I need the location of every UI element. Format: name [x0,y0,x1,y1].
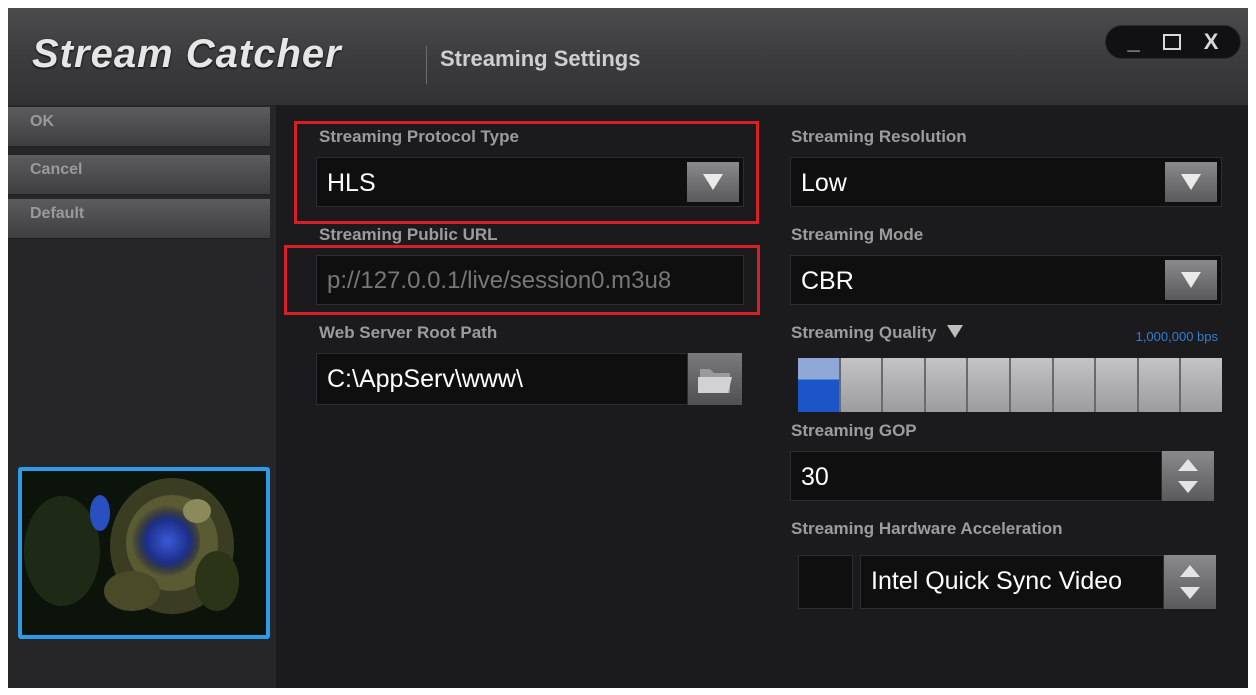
quality-segment[interactable] [1181,358,1222,412]
resolution-select[interactable]: Low [790,157,1222,207]
title-divider [426,46,427,84]
hw-accel-field[interactable]: Intel Quick Sync Video [860,555,1164,609]
quality-segment[interactable] [840,358,882,412]
sidebar: OK Cancel Default [8,105,276,688]
minimize-button[interactable]: _ [1128,31,1140,53]
gop-label: Streaming GOP [791,421,917,440]
bitrate-value: 1,000,000 bps [1135,329,1218,344]
default-button[interactable]: Default [8,199,270,239]
title-bar: Stream Catcher Streaming Settings _ X [8,8,1248,105]
settings-panel: Streaming Protocol Type HLS Streaming Pu… [276,105,1248,688]
protocol-select[interactable]: HLS [316,157,744,207]
app-window: Stream Catcher Streaming Settings _ X OK… [8,8,1248,688]
quality-segment[interactable] [1010,358,1052,412]
close-button[interactable]: X [1204,31,1219,53]
hw-accel-checkbox[interactable] [798,555,853,609]
section-title: Streaming Settings [440,46,641,71]
spinner-arrows-icon [1180,565,1200,599]
resolution-label: Streaming Resolution [791,127,967,146]
cancel-button[interactable]: Cancel [8,155,270,195]
public-url-field[interactable]: p://127.0.0.1/live/session0.m3u8 [316,255,744,305]
protocol-label: Streaming Protocol Type [319,127,519,146]
video-preview [18,467,270,639]
gop-field[interactable]: 30 [790,451,1162,501]
quality-segment[interactable] [1053,358,1095,412]
mode-value: CBR [801,267,854,295]
dropdown-arrow-icon[interactable] [1165,260,1217,300]
quality-segment[interactable] [968,358,1009,412]
ok-button[interactable]: OK [8,107,270,147]
web-root-label: Web Server Root Path [319,323,498,342]
web-root-field[interactable]: C:\AppServ\www\ [316,353,688,405]
quality-arrow-icon[interactable] [947,325,964,338]
resolution-value: Low [801,169,847,197]
gop-stepper[interactable] [1162,451,1214,501]
browse-folder-button[interactable] [688,353,742,405]
window-controls: _ X [1105,25,1241,59]
folder-open-icon [698,369,732,393]
public-url-label: Streaming Public URL [319,225,498,244]
quality-label-text: Streaming Quality [791,323,937,342]
protocol-value: HLS [327,169,376,197]
dropdown-arrow-icon[interactable] [687,162,739,202]
quality-segment[interactable] [1138,358,1180,412]
maximize-button[interactable] [1162,34,1181,50]
app-title: Stream Catcher [32,32,342,76]
quality-segment[interactable] [798,358,839,412]
quality-label: Streaming Quality [791,323,964,343]
spinner-arrows-icon [1178,459,1198,493]
dropdown-arrow-icon[interactable] [1165,162,1217,202]
quality-segment[interactable] [883,358,924,412]
quality-segment[interactable] [1096,358,1137,412]
preview-image [22,471,266,635]
hw-accel-label: Streaming Hardware Acceleration [791,519,1063,538]
hw-accel-stepper[interactable] [1164,555,1216,609]
mode-select[interactable]: CBR [790,255,1222,305]
quality-slider[interactable] [798,358,1222,412]
mode-label: Streaming Mode [791,225,924,244]
quality-segment[interactable] [925,358,967,412]
